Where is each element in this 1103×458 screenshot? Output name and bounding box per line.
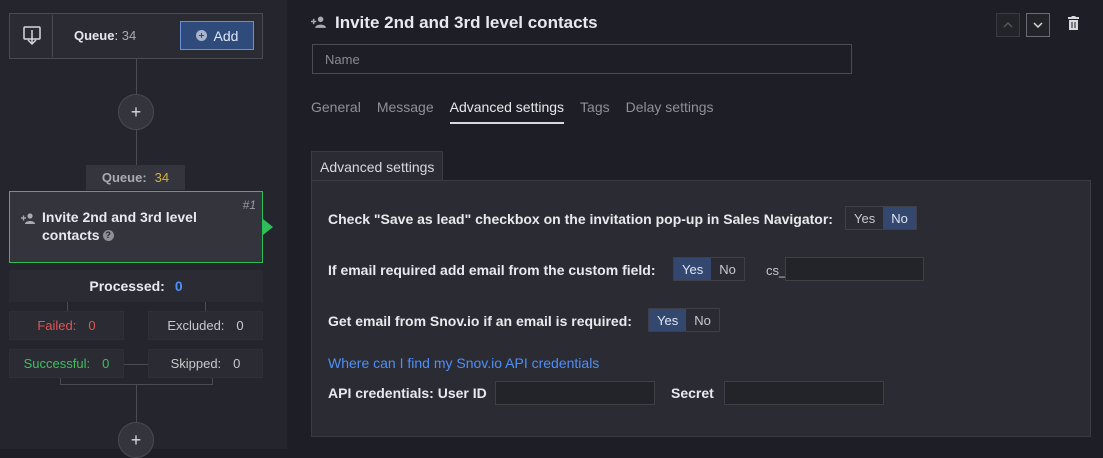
successful-counter: Successful: 0	[9, 349, 124, 378]
user-id-label: API credentials: User ID	[328, 385, 487, 401]
tab-message[interactable]: Message	[377, 99, 434, 124]
email-custom-field-yes[interactable]: Yes	[674, 258, 712, 280]
secret-label: Secret	[671, 385, 714, 401]
step-queue-count: 34	[154, 170, 170, 185]
tab-tags[interactable]: Tags	[580, 99, 610, 124]
connector-line	[136, 129, 137, 165]
connector-line	[60, 384, 213, 385]
connector-line	[67, 302, 68, 311]
save-as-lead-no[interactable]: No	[883, 207, 916, 229]
plus-circle-icon	[195, 30, 207, 41]
tab-bar: General Message Advanced settings Tags D…	[311, 99, 714, 124]
plus-icon: +	[130, 429, 142, 450]
workflow-sidebar: Queue: 34 Add + Queue: 34 Invite 2nd and…	[0, 0, 287, 458]
excluded-counter: Excluded: 0	[148, 311, 263, 340]
secret-input[interactable]	[724, 381, 884, 405]
email-custom-field-toggle: Yes No	[673, 257, 745, 281]
add-user-icon	[311, 15, 327, 33]
add-button-label: Add	[213, 27, 239, 44]
step-editor: Invite 2nd and 3rd level contacts Genera…	[287, 0, 1103, 449]
save-as-lead-yes[interactable]: Yes	[846, 207, 883, 229]
custom-field-prefix: cs_	[766, 263, 787, 278]
download-icon	[22, 26, 41, 46]
queue-label: Queue: 34	[74, 28, 137, 43]
step-card[interactable]: Invite 2nd and 3rd level contacts? #1	[9, 191, 263, 263]
chevron-up-icon	[1003, 22, 1013, 28]
tab-advanced-settings[interactable]: Advanced settings	[449, 99, 565, 124]
add-user-icon	[21, 211, 36, 229]
save-as-lead-label: Check "Save as lead" checkbox on the inv…	[328, 211, 833, 227]
queue-count: 34	[121, 28, 137, 43]
tab-delay-settings[interactable]: Delay settings	[626, 99, 714, 124]
queue-header: Queue: 34 Add	[9, 13, 263, 59]
active-step-arrow	[263, 219, 273, 235]
tab-general[interactable]: General	[311, 99, 361, 124]
processed-count: 0	[174, 278, 183, 294]
snovio-label: Get email from Snov.io if an email is re…	[328, 313, 632, 329]
snovio-yes[interactable]: Yes	[649, 309, 687, 331]
move-up-button[interactable]	[996, 13, 1020, 37]
save-as-lead-toggle: Yes No	[845, 206, 917, 230]
advanced-settings-panel: Check "Save as lead" checkbox on the inv…	[311, 180, 1091, 437]
processed-counter: Processed: 0	[9, 270, 263, 302]
connector-line	[136, 59, 137, 95]
connector-line	[205, 302, 206, 311]
name-input[interactable]	[312, 44, 852, 74]
move-down-button[interactable]	[1026, 13, 1050, 37]
skipped-counter: Skipped: 0	[148, 349, 263, 378]
custom-field-input[interactable]	[785, 257, 924, 281]
user-id-input[interactable]	[495, 381, 655, 405]
snovio-credentials-link[interactable]: Where can I find my Snov.io API credenti…	[328, 355, 599, 371]
add-step-button[interactable]: +	[118, 94, 154, 130]
processed-label: Processed:	[89, 278, 165, 294]
step-title: Invite 2nd and 3rd level contacts?	[42, 209, 197, 243]
snovio-no[interactable]: No	[686, 309, 719, 331]
snovio-toggle: Yes No	[648, 308, 720, 332]
connector-line	[124, 364, 148, 365]
add-button[interactable]: Add	[180, 21, 254, 50]
step-queue-label: Queue:	[101, 170, 147, 185]
chevron-down-icon	[1033, 22, 1043, 28]
step-queue-pill: Queue: 34	[86, 165, 185, 190]
failed-counter: Failed: 0	[9, 311, 124, 340]
download-button[interactable]	[11, 15, 53, 57]
email-custom-field-label: If email required add email from the cus…	[328, 262, 656, 278]
step-editor-title: Invite 2nd and 3rd level contacts	[335, 13, 598, 32]
step-number: #1	[242, 198, 256, 212]
connector-line	[136, 384, 137, 424]
plus-icon: +	[130, 101, 142, 122]
trash-icon[interactable]	[1068, 16, 1079, 35]
email-custom-field-no[interactable]: No	[711, 258, 744, 280]
add-step-button[interactable]: +	[118, 422, 154, 458]
help-icon[interactable]: ?	[102, 230, 114, 241]
section-title: Advanced settings	[311, 151, 444, 181]
